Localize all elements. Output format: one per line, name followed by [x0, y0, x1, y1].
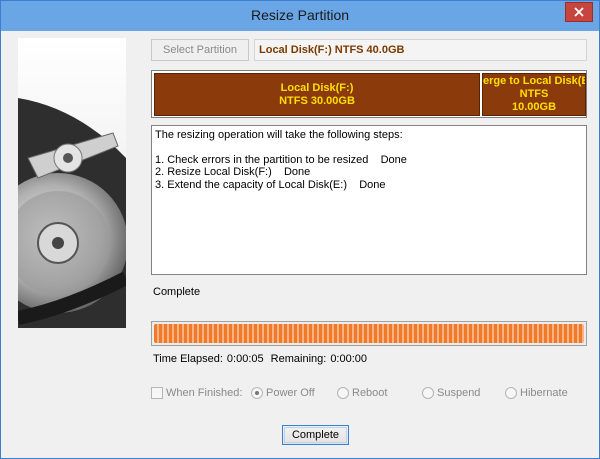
segment-f-info: NTFS 30.00GB	[279, 94, 355, 107]
when-finished-label: When Finished:	[166, 387, 243, 399]
elapsed-label: Time Elapsed:	[153, 353, 223, 365]
reboot-label: Reboot	[352, 387, 388, 399]
suspend-label: Suspend	[437, 387, 481, 399]
remaining-value: 0:00:00	[330, 353, 368, 365]
radio-selected-icon	[251, 387, 263, 399]
segment-e-size: 10.00GB	[511, 101, 557, 113]
remaining-label: Remaining:	[270, 353, 327, 365]
elapsed-value: 0:00:05	[226, 353, 264, 365]
when-finished-checkbox[interactable]: When Finished:	[151, 387, 242, 399]
reboot-radio[interactable]: Reboot	[337, 387, 387, 399]
status-text: Complete	[153, 286, 201, 298]
step-item: 1. Check errors in the partition to be r…	[155, 153, 407, 166]
steps-log: The resizing operation will take the fol…	[151, 125, 587, 275]
title-bar[interactable]: Resize Partition	[1, 1, 599, 31]
dialog-body: Select Partition Local Disk(F:) NTFS 40.…	[8, 31, 593, 452]
select-partition-button[interactable]: Select Partition	[151, 39, 249, 61]
radio-icon	[505, 387, 517, 399]
power-off-label: Power Off	[266, 387, 315, 399]
when-finished-options: When Finished: Power Off Reboot Suspend …	[151, 387, 591, 405]
hibernate-radio[interactable]: Hibernate	[505, 387, 568, 399]
step-item: 2. Resize Local Disk(F:) Done	[155, 166, 311, 178]
hibernate-label: Hibernate	[520, 387, 568, 399]
selected-partition-field: Local Disk(F:) NTFS 40.0GB	[254, 39, 587, 61]
steps-intro: The resizing operation will take the fol…	[155, 129, 403, 141]
window-title: Resize Partition	[250, 7, 350, 23]
segment-e-name: erge to Local Disk(E	[483, 75, 586, 87]
radio-icon	[422, 387, 434, 399]
resize-partition-dialog: Resize Partition Select Partition Local …	[0, 0, 600, 459]
hard-disk-illustration	[18, 38, 126, 328]
step-item: 3. Extend the capacity of Local Disk(E:)…	[155, 178, 386, 191]
close-icon	[574, 7, 584, 17]
radio-icon	[337, 387, 349, 399]
progress-fill	[154, 324, 584, 343]
segment-f-name: Local Disk(F:)	[280, 81, 354, 94]
close-button[interactable]	[565, 2, 593, 22]
power-off-radio[interactable]: Power Off	[251, 387, 315, 399]
time-info: Time Elapsed: 0:00:05 Remaining: 0:00:00	[153, 353, 371, 365]
progress-bar	[151, 321, 587, 346]
checkbox-icon	[151, 387, 163, 399]
partition-segment-f[interactable]: Local Disk(F:) NTFS 30.00GB	[154, 73, 480, 116]
segment-e-fs: NTFS	[519, 88, 549, 100]
complete-button[interactable]: Complete	[282, 425, 349, 445]
disk-map: Local Disk(F:) NTFS 30.00GB erge to Loca…	[151, 70, 587, 118]
suspend-radio[interactable]: Suspend	[422, 387, 480, 399]
partition-segment-e[interactable]: erge to Local Disk(E NTFS 10.00GB	[482, 73, 586, 116]
